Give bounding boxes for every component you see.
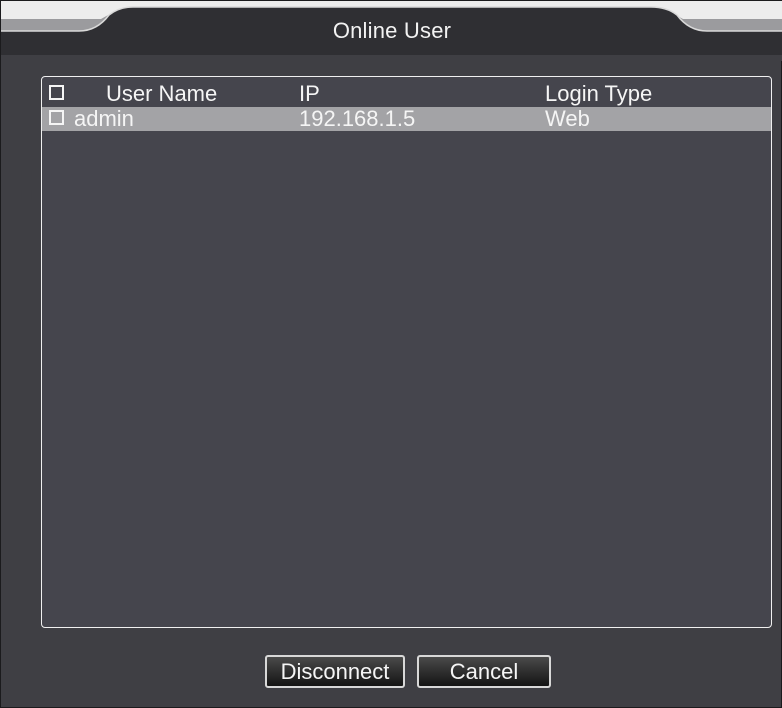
dialog-title: Online User — [332, 18, 452, 43]
column-header-ip[interactable]: IP — [299, 82, 320, 106]
column-header-user-name[interactable]: User Name — [106, 82, 217, 106]
online-user-dialog: Online User User Name IP Login Type admi… — [0, 0, 782, 708]
cell-user-name: admin — [74, 106, 134, 131]
button-bar: Disconnect Cancel — [1, 655, 782, 691]
online-user-list[interactable]: User Name IP Login Type admin 192.168.1.… — [41, 76, 772, 628]
column-header-login-type[interactable]: Login Type — [545, 82, 652, 106]
cancel-button[interactable]: Cancel — [417, 655, 551, 688]
table-header: User Name IP Login Type — [42, 82, 771, 106]
select-all-checkbox[interactable] — [49, 85, 64, 100]
row-checkbox[interactable] — [49, 110, 64, 125]
table-row[interactable]: admin 192.168.1.5 Web — [42, 107, 771, 131]
title-bar: Online User — [1, 1, 782, 61]
cell-login-type: Web — [545, 106, 590, 131]
disconnect-button[interactable]: Disconnect — [265, 655, 405, 688]
cell-ip: 192.168.1.5 — [299, 106, 416, 131]
